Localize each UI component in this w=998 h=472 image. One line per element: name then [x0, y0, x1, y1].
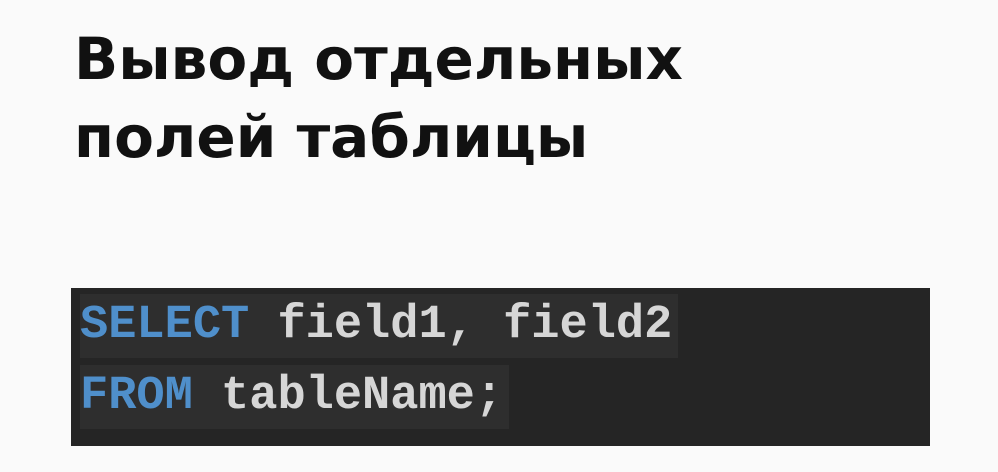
- code-line-from: FROM tableName;: [80, 365, 510, 429]
- code-line-select: SELECT field1, field2: [80, 294, 679, 358]
- code-block: SELECT field1, field2 FROM tableName;: [71, 288, 930, 446]
- slide-title: Вывод отдельных полей таблицы: [74, 20, 683, 176]
- slide-title-line-2: полей таблицы: [74, 103, 589, 171]
- sql-keyword-from: FROM: [80, 370, 193, 423]
- sql-table-name: tableName;: [192, 370, 504, 423]
- sql-select-fields: field1, field2: [249, 299, 673, 352]
- slide-title-line-1: Вывод отдельных: [74, 25, 683, 93]
- sql-keyword-select: SELECT: [80, 299, 250, 352]
